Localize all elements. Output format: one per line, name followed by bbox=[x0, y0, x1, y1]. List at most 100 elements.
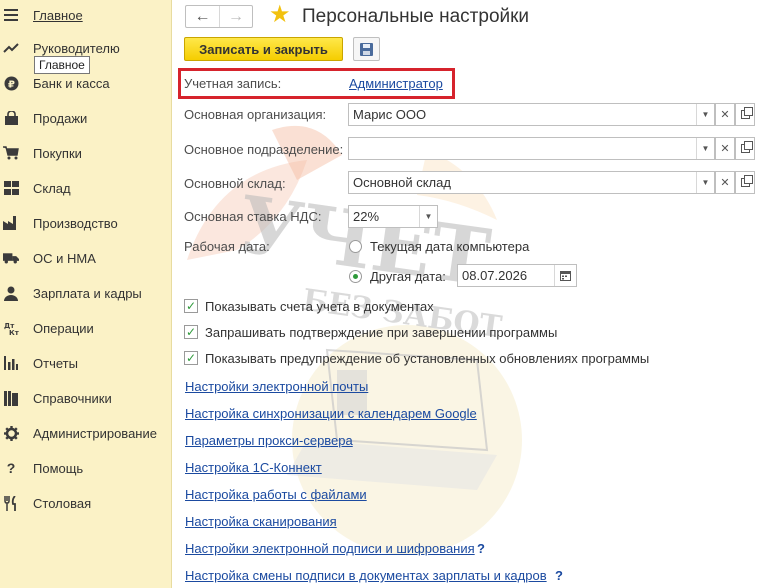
sidebar-item-operations[interactable]: Дт Кт Операции bbox=[0, 313, 172, 343]
link-1c-connect[interactable]: Настройка 1С-Коннект bbox=[185, 460, 322, 475]
org-label: Основная организация: bbox=[184, 107, 327, 122]
save-button[interactable] bbox=[353, 37, 380, 61]
open-icon bbox=[740, 107, 753, 119]
dept-label: Основное подразделение: bbox=[184, 142, 344, 157]
other-date-field[interactable]: 08.07.2026 bbox=[457, 264, 577, 287]
sidebar-item-label: Склад bbox=[33, 180, 71, 196]
sidebar-item-label: Покупки bbox=[33, 145, 82, 161]
sidebar: Главное Руководителю ₽ Банк и касса Прод… bbox=[0, 0, 172, 588]
org-open-button[interactable] bbox=[735, 103, 755, 126]
cart-icon bbox=[3, 145, 19, 161]
sidebar-item-label: Производство bbox=[33, 215, 118, 231]
checkbox-update-warning-label: Показывать предупреждение об установленн… bbox=[205, 351, 650, 366]
open-icon bbox=[740, 175, 753, 187]
sidebar-item-fixed-assets[interactable]: ОС и НМА bbox=[0, 243, 172, 273]
checkbox-show-accounts[interactable]: ✓ bbox=[184, 299, 198, 313]
sidebar-item-reports[interactable]: Отчеты bbox=[0, 348, 172, 378]
link-google-calendar[interactable]: Настройка синхронизации с календарем Goo… bbox=[185, 406, 477, 421]
sidebar-item-label: ОС и НМА bbox=[33, 250, 96, 266]
cutlery-icon bbox=[3, 495, 19, 511]
dropdown-arrow-icon[interactable]: ▼ bbox=[696, 138, 714, 159]
dept-open-button[interactable] bbox=[735, 137, 755, 160]
checkmark-icon: ✓ bbox=[185, 351, 197, 365]
person-icon bbox=[3, 285, 19, 301]
calendar-icon[interactable] bbox=[554, 265, 576, 286]
warehouse-field[interactable]: Основной склад ▼ bbox=[348, 171, 715, 194]
sidebar-item-main[interactable]: Главное bbox=[0, 0, 172, 30]
question-icon: ? bbox=[6, 460, 16, 476]
sidebar-item-purchases[interactable]: Покупки bbox=[0, 138, 172, 168]
sidebar-item-label: Главное bbox=[33, 7, 83, 23]
warehouse-value: Основной склад bbox=[353, 175, 451, 190]
checkbox-confirm-exit-label: Запрашивать подтверждение при завершении… bbox=[205, 325, 558, 340]
org-clear-button[interactable]: ✕ bbox=[715, 103, 735, 126]
arrow-left-icon: ← bbox=[194, 7, 211, 25]
factory-icon bbox=[3, 215, 19, 231]
back-button[interactable]: ← bbox=[186, 6, 219, 27]
help-question-icon[interactable]: ? bbox=[477, 541, 485, 556]
warehouse-icon bbox=[3, 180, 19, 196]
sidebar-item-sales[interactable]: Продажи bbox=[0, 103, 172, 133]
radio-current-date-label: Текущая дата компьютера bbox=[370, 239, 530, 254]
warehouse-clear-button[interactable]: ✕ bbox=[715, 171, 735, 194]
account-label: Учетная запись: bbox=[184, 76, 282, 91]
clear-icon: ✕ bbox=[720, 109, 730, 121]
account-link[interactable]: Администратор bbox=[349, 76, 443, 91]
dropdown-arrow-icon[interactable]: ▼ bbox=[696, 172, 714, 193]
bar-chart-icon bbox=[3, 355, 19, 371]
sidebar-item-label: Банк и касса bbox=[33, 75, 110, 91]
sidebar-item-catalogs[interactable]: Справочники bbox=[0, 383, 172, 413]
other-date-value: 08.07.2026 bbox=[462, 268, 528, 283]
warehouse-open-button[interactable] bbox=[735, 171, 755, 194]
menu-icon bbox=[3, 7, 19, 23]
sidebar-item-label: Администрирование bbox=[33, 425, 157, 441]
link-scanning[interactable]: Настройка сканирования bbox=[185, 514, 337, 529]
link-proxy[interactable]: Параметры прокси-сервера bbox=[185, 433, 353, 448]
svg-text:₽: ₽ bbox=[8, 79, 15, 90]
vat-select[interactable]: 22% ▼ bbox=[348, 205, 438, 228]
vat-value: 22% bbox=[353, 209, 380, 224]
sidebar-item-label: Помощь bbox=[33, 460, 84, 476]
link-digital-signature[interactable]: Настройки электронной подписи и шифрован… bbox=[185, 541, 475, 556]
dept-clear-button[interactable]: ✕ bbox=[715, 137, 735, 160]
sidebar-item-label: Отчеты bbox=[33, 355, 78, 371]
warehouse-label: Основной склад: bbox=[184, 176, 286, 191]
sidebar-item-salary[interactable]: Зарплата и кадры bbox=[0, 278, 172, 308]
vat-label: Основная ставка НДС: bbox=[184, 209, 322, 224]
sidebar-item-admin[interactable]: Администрирование bbox=[0, 418, 172, 448]
link-email-settings[interactable]: Настройки электронной почты bbox=[185, 379, 368, 394]
tooltip: Главное bbox=[34, 56, 90, 74]
gear-icon bbox=[3, 425, 19, 441]
truck-icon bbox=[3, 250, 19, 266]
ruble-icon: ₽ bbox=[3, 75, 19, 91]
checkbox-update-warning[interactable]: ✓ bbox=[184, 351, 198, 365]
checkbox-confirm-exit[interactable]: ✓ bbox=[184, 325, 198, 339]
link-signature-change[interactable]: Настройка смены подписи в документах зар… bbox=[185, 568, 547, 583]
sidebar-item-canteen[interactable]: Столовая bbox=[0, 488, 172, 518]
forward-button[interactable]: → bbox=[219, 6, 252, 27]
books-icon bbox=[3, 390, 19, 406]
radio-other-date[interactable] bbox=[349, 270, 362, 283]
arrow-right-icon: → bbox=[228, 7, 244, 25]
sidebar-item-production[interactable]: Производство bbox=[0, 208, 172, 238]
org-field[interactable]: Марис ООО ▼ bbox=[348, 103, 715, 126]
radio-current-date[interactable] bbox=[349, 240, 362, 253]
sidebar-item-label: Справочники bbox=[33, 390, 112, 406]
svg-text:Кт: Кт bbox=[9, 329, 19, 336]
dropdown-arrow-icon[interactable]: ▼ bbox=[696, 104, 714, 125]
dept-field[interactable]: ▼ bbox=[348, 137, 715, 160]
trend-icon bbox=[3, 40, 19, 56]
save-and-close-button[interactable]: Записать и закрыть bbox=[184, 37, 343, 61]
sidebar-item-help[interactable]: ? Помощь bbox=[0, 453, 172, 483]
checkmark-icon: ✓ bbox=[185, 325, 197, 339]
favorite-star-icon[interactable]: ★ bbox=[269, 3, 291, 27]
link-files[interactable]: Настройка работы с файлами bbox=[185, 487, 367, 502]
sidebar-item-warehouse[interactable]: Склад bbox=[0, 173, 172, 203]
main-panel: УЧЕТ БЕЗ ЗАБОТ ← → ★ Персональные настро… bbox=[172, 0, 766, 588]
sidebar-item-label: Зарплата и кадры bbox=[33, 285, 142, 301]
floppy-disk-icon bbox=[360, 42, 373, 56]
dropdown-arrow-icon[interactable]: ▼ bbox=[419, 206, 437, 227]
help-question-icon[interactable]: ? bbox=[555, 568, 563, 583]
sidebar-item-label: Операции bbox=[33, 320, 94, 336]
sidebar-item-label: Руководителю bbox=[33, 40, 120, 56]
